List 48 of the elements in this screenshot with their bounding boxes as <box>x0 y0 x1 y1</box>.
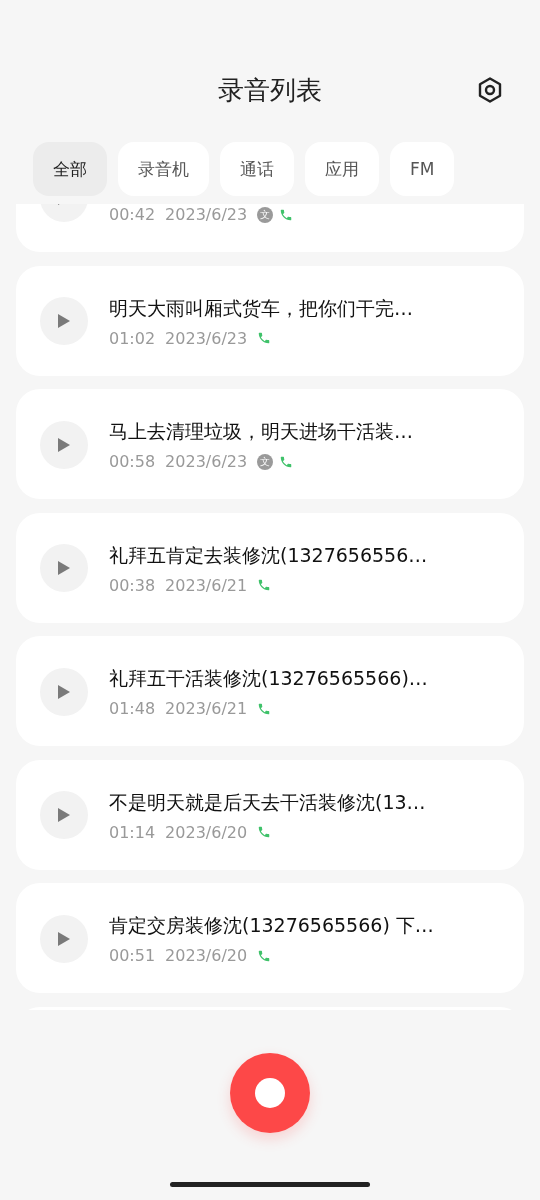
transcript-badge: 文 <box>257 206 274 223</box>
recording-duration: 01:02 <box>109 328 156 348</box>
recording-date: 2023/6/23 <box>165 328 248 348</box>
recording-duration: 00:38 <box>109 575 156 595</box>
filter-tab[interactable]: 全部 <box>33 142 107 196</box>
play-icon <box>57 807 71 823</box>
recording-title: 不是明天就是后天去干活装修沈(13… <box>109 789 426 815</box>
play-icon <box>57 560 71 576</box>
play-icon <box>57 930 71 947</box>
play-button[interactable] <box>40 667 88 716</box>
recording-date: 2023/6/23 <box>165 452 248 471</box>
play-button[interactable] <box>40 544 88 592</box>
filter-tab[interactable]: FM <box>390 142 455 196</box>
recording-date: 2023/6/20 <box>165 946 248 965</box>
recording-date: 2023/6/21 <box>165 699 248 718</box>
recording-card[interactable]: 礼拜五肯定去装修沈(1327656556… 00:38 2023/6/21 <box>16 512 524 623</box>
recording-duration: 01:14 <box>109 822 156 842</box>
play-icon <box>57 313 71 329</box>
recording-date: 2023/6/21 <box>165 575 248 595</box>
settings-icon[interactable] <box>476 76 504 104</box>
recording-card[interactable]: 马上去清理垃圾，明天进场干活装… 00:58 2023/6/23 文 <box>16 389 524 499</box>
recording-title: 明天大雨叫厢式货车，把你们干完… <box>109 295 413 321</box>
play-button[interactable] <box>40 420 88 469</box>
recording-title: 肯定交房装修沈(13276565566) 下… <box>109 913 434 938</box>
recording-card[interactable]: 礼拜五干活装修沈(13276565566)… 01:48 2023/6/21 <box>16 636 524 746</box>
recording-title: 礼拜五肯定去装修沈(1327656556… <box>109 542 428 568</box>
recording-duration: 00:42 <box>109 205 156 224</box>
play-icon <box>57 436 71 453</box>
transcript-badge: 文 <box>257 453 274 470</box>
recording-card[interactable]: 明天大雨叫厢式货车，把你们干完… 01:02 2023/6/23 <box>16 265 524 376</box>
play-button[interactable] <box>40 791 88 839</box>
recording-duration: 00:58 <box>109 452 156 471</box>
play-icon <box>57 683 71 700</box>
recording-date: 2023/6/23 <box>165 205 248 224</box>
recording-card[interactable]: 肯定交房装修沈(13276565566) 下… 00:51 2023/6/20 <box>16 883 524 993</box>
play-button[interactable] <box>40 914 88 963</box>
record-button[interactable] <box>230 1053 310 1133</box>
play-button[interactable] <box>40 297 88 345</box>
recording-duration: 00:51 <box>109 946 156 965</box>
filter-tab[interactable]: 录音机 <box>118 142 209 196</box>
recording-date: 2023/6/20 <box>165 822 248 842</box>
filter-tab[interactable]: 通话 <box>220 142 294 196</box>
filter-tab[interactable]: 应用 <box>305 142 379 196</box>
recording-card[interactable]: 不是明天就是后天去干活装修沈(13… 01:14 2023/6/20 <box>16 759 524 870</box>
recording-title: 马上去清理垃圾，明天进场干活装… <box>109 419 413 444</box>
page-title: 录音列表 <box>218 73 322 107</box>
recording-title: 礼拜五干活装修沈(13276565566)… <box>109 666 428 691</box>
recording-duration: 01:48 <box>109 699 156 718</box>
